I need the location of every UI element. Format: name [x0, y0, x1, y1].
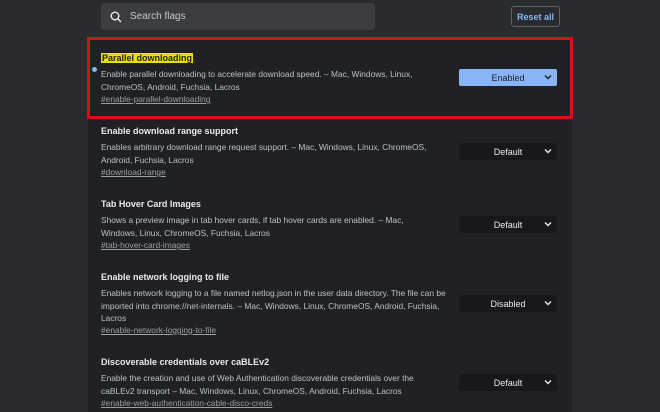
- flag-description: Shows a preview image in tab hover cards…: [101, 215, 404, 238]
- select-value: Default: [493, 146, 523, 157]
- chevron-down-icon: [544, 301, 552, 306]
- flag-link[interactable]: #download-range: [101, 167, 166, 177]
- flag-description: Enable parallel downloading to accelerat…: [101, 69, 413, 92]
- select-value: Enabled: [491, 72, 525, 83]
- flag-state-select[interactable]: Enabled: [459, 69, 557, 86]
- select-value: Disabled: [490, 298, 526, 309]
- modified-indicator-dot: [92, 67, 97, 72]
- flag-title: Parallel downloading: [101, 53, 194, 63]
- flag-state-select[interactable]: Default: [459, 143, 557, 160]
- flag-description: Enables arbitrary download range request…: [101, 142, 427, 165]
- flags-list: Parallel downloading Enable parallel dow…: [88, 40, 572, 412]
- search-box[interactable]: [101, 3, 375, 30]
- select-value: Default: [493, 377, 523, 388]
- flag-title: Tab Hover Card Images: [101, 199, 201, 209]
- reset-all-button[interactable]: Reset all: [511, 6, 560, 27]
- flag-network-logging: Enable network logging to file Enables n…: [88, 272, 572, 336]
- flag-tab-hover-card-images: Tab Hover Card Images Shows a preview im…: [88, 199, 572, 263]
- flag-discoverable-credentials: Discoverable credentials over caBLEv2 En…: [88, 357, 572, 412]
- flag-download-range: Enable download range support Enables ar…: [88, 126, 572, 190]
- search-input[interactable]: [128, 10, 362, 23]
- flag-title: Enable download range support: [101, 126, 239, 136]
- flag-state-select[interactable]: Default: [459, 216, 557, 233]
- flag-link[interactable]: #enable-parallel-downloading: [101, 94, 210, 104]
- flag-link[interactable]: #tab-hover-card-images: [101, 240, 190, 250]
- flag-description: Enable the creation and use of Web Authe…: [101, 373, 414, 396]
- chevron-down-icon: [544, 149, 552, 154]
- chevron-down-icon: [544, 380, 552, 385]
- flag-title: Discoverable credentials over caBLEv2: [101, 357, 270, 367]
- flag-state-select[interactable]: Default: [459, 374, 557, 391]
- flag-state-select[interactable]: Disabled: [459, 295, 557, 312]
- flag-description: Enables network logging to a file named …: [101, 288, 446, 323]
- flag-title: Enable network logging to file: [101, 272, 230, 282]
- top-bar: Reset all: [0, 0, 660, 36]
- chevron-down-icon: [544, 222, 552, 227]
- flag-link[interactable]: #enable-network-logging-to-file: [101, 325, 216, 335]
- flag-parallel-downloading: Parallel downloading Enable parallel dow…: [88, 53, 572, 117]
- search-icon: [110, 11, 122, 22]
- select-value: Default: [493, 219, 523, 230]
- chevron-down-icon: [544, 75, 552, 80]
- flag-link[interactable]: #enable-web-authentication-cable-disco-c…: [101, 398, 272, 408]
